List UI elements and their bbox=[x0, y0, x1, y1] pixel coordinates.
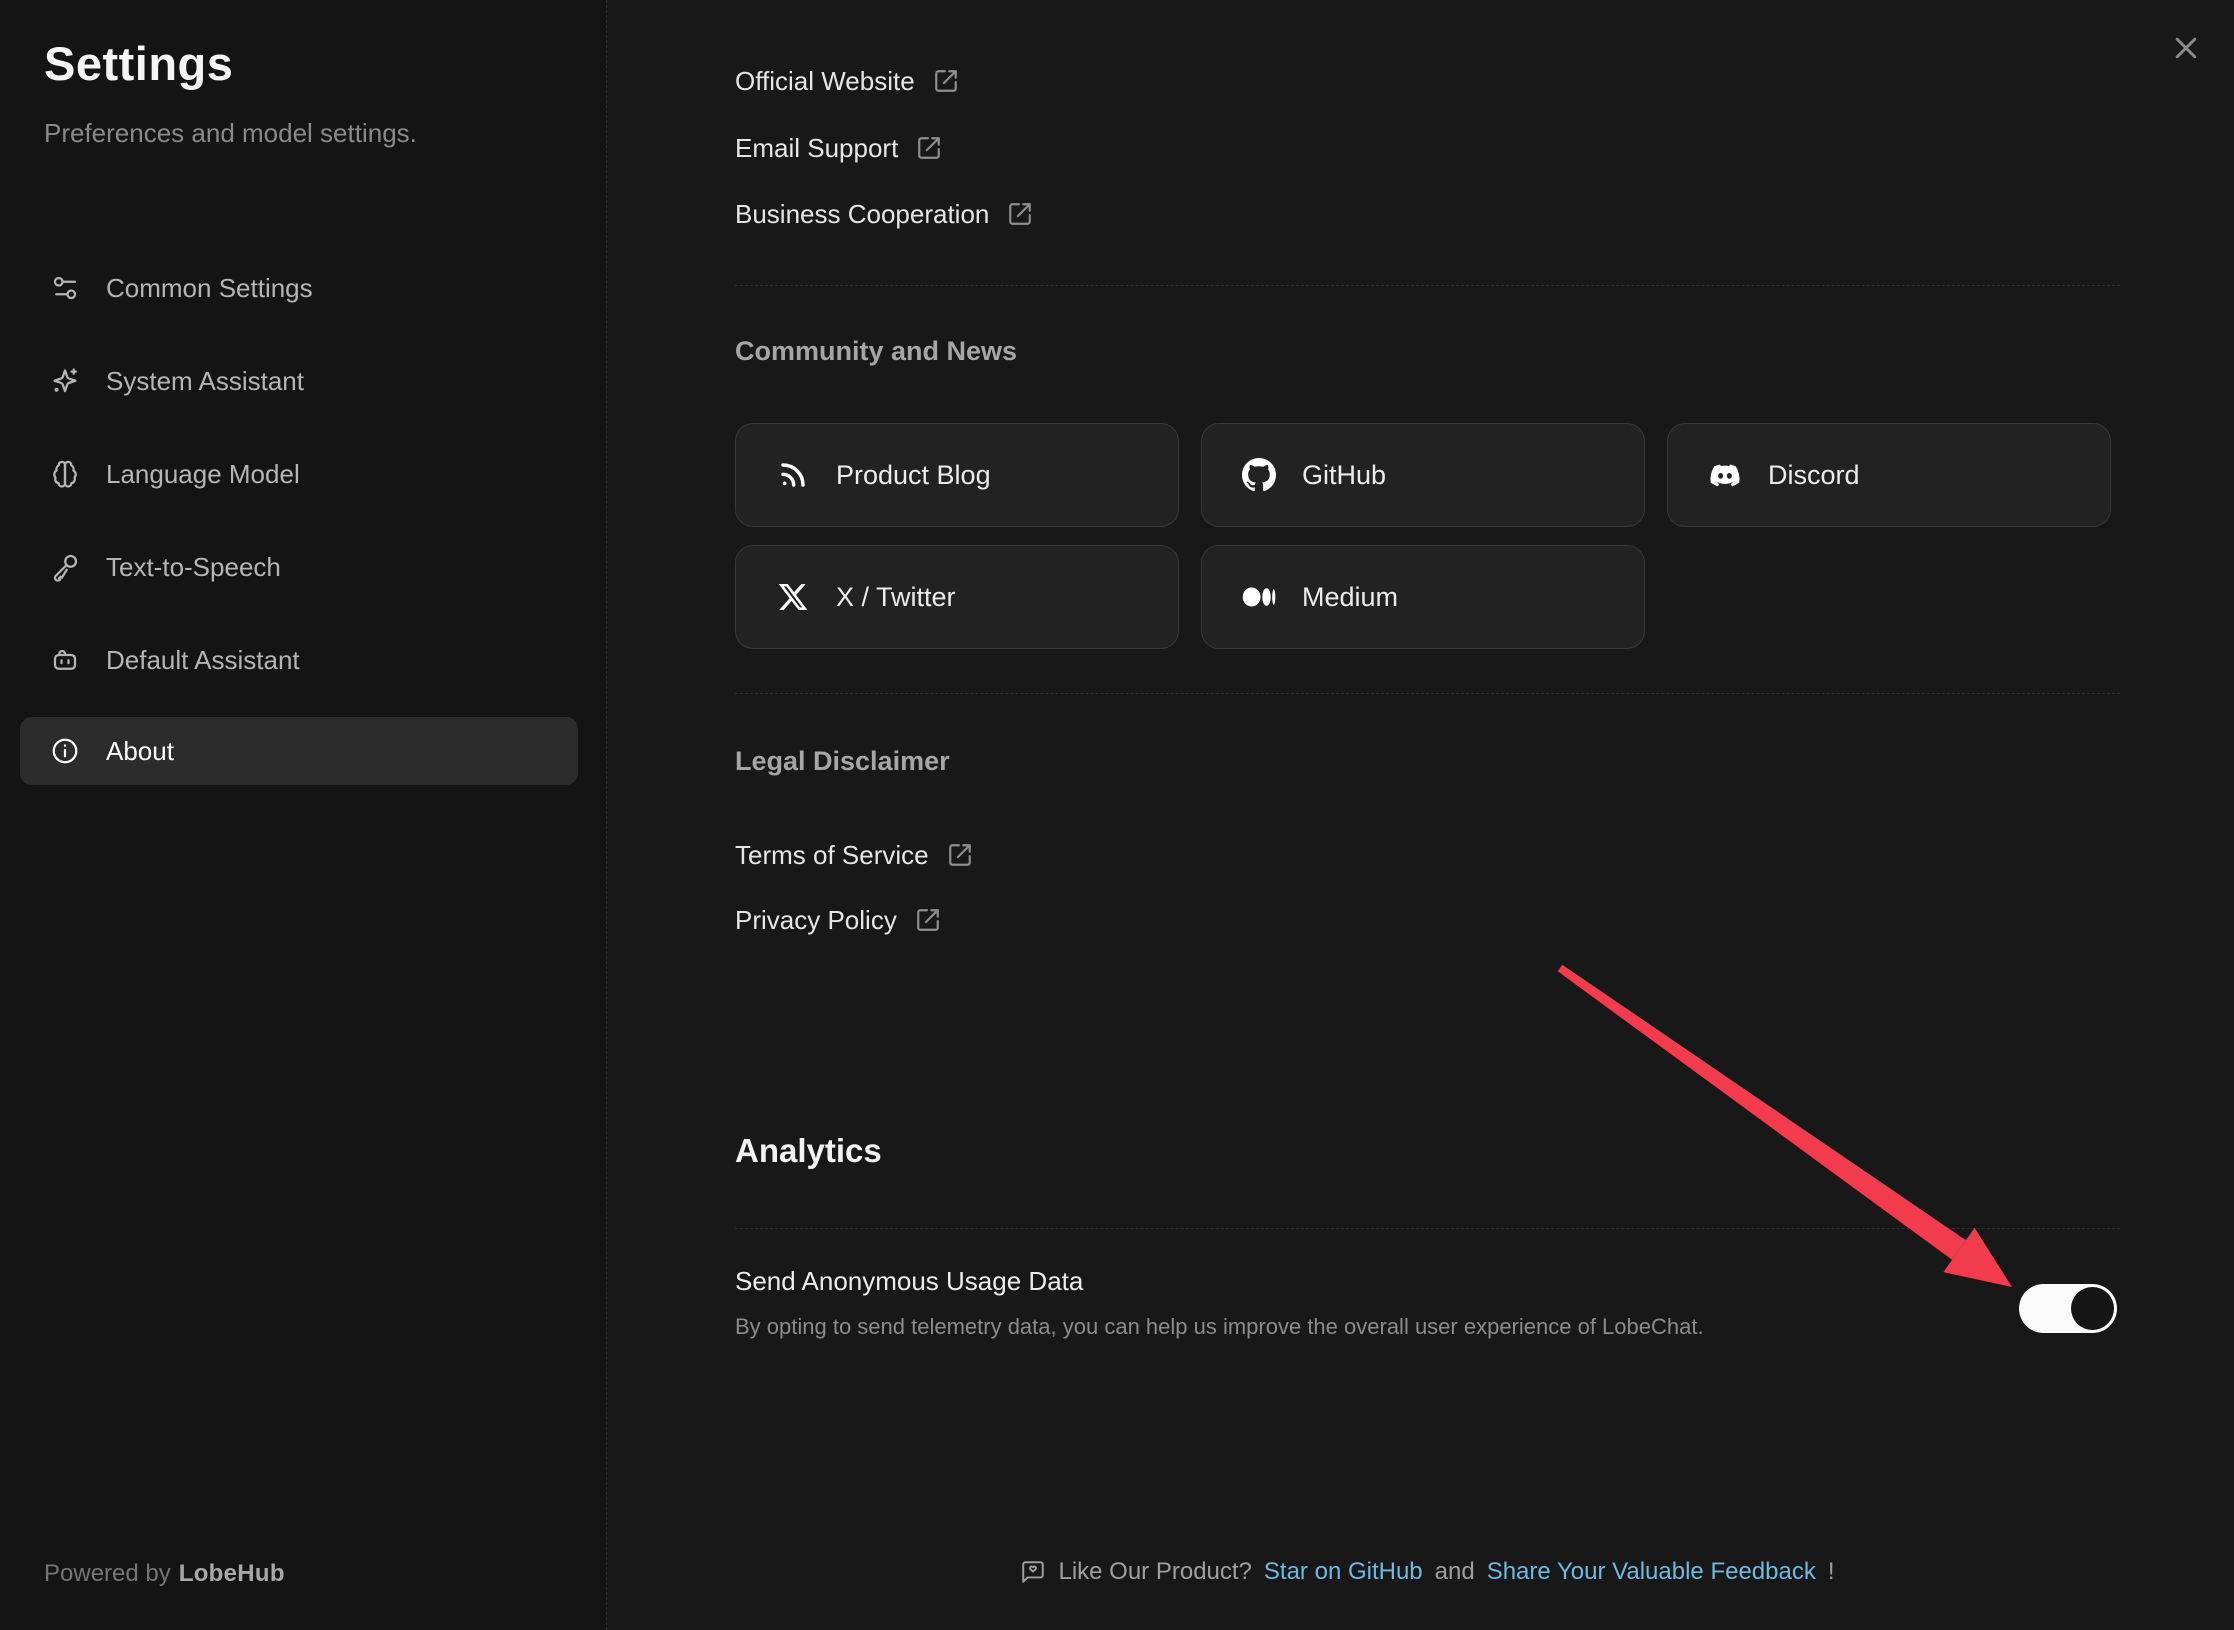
button-label: Medium bbox=[1302, 582, 1398, 613]
sidebar-item-label: Default Assistant bbox=[106, 645, 300, 676]
section-divider bbox=[735, 1228, 2120, 1229]
mic-icon bbox=[50, 552, 80, 582]
rss-icon bbox=[776, 458, 810, 492]
footer-message-prefix: Like Our Product? bbox=[1058, 1558, 1251, 1586]
footer-message-conjunction: and bbox=[1435, 1558, 1475, 1586]
external-link-icon bbox=[947, 842, 973, 868]
robot-icon bbox=[50, 645, 80, 675]
button-label: Product Blog bbox=[836, 460, 991, 491]
link-label: Email Support bbox=[735, 133, 898, 164]
brain-icon bbox=[50, 459, 80, 489]
feedback-bubble-icon bbox=[1020, 1559, 1046, 1585]
sliders-icon bbox=[50, 273, 80, 303]
discord-icon bbox=[1708, 458, 1742, 492]
powered-by-prefix: Powered by bbox=[44, 1560, 171, 1587]
external-link-icon bbox=[1007, 201, 1033, 227]
share-feedback-link[interactable]: Share Your Valuable Feedback bbox=[1487, 1558, 1816, 1586]
settings-modal: Settings Preferences and model settings.… bbox=[0, 0, 2234, 1630]
x-icon bbox=[776, 580, 810, 614]
section-divider bbox=[735, 693, 2120, 694]
settings-sidebar: Settings Preferences and model settings.… bbox=[0, 0, 607, 1630]
github-icon bbox=[1242, 458, 1276, 492]
medium-icon bbox=[1242, 580, 1276, 614]
link-label: Official Website bbox=[735, 66, 915, 97]
close-button[interactable] bbox=[2158, 20, 2214, 76]
footer-message-suffix: ! bbox=[1828, 1558, 1835, 1586]
usage-data-toggle[interactable] bbox=[2019, 1284, 2117, 1333]
external-link-icon bbox=[916, 135, 942, 161]
privacy-policy-link[interactable]: Privacy Policy bbox=[735, 900, 941, 940]
official-website-link[interactable]: Official Website bbox=[735, 61, 959, 101]
star-on-github-link[interactable]: Star on GitHub bbox=[1264, 1558, 1423, 1586]
analytics-section-title: Analytics bbox=[735, 1132, 882, 1170]
terms-of-service-link[interactable]: Terms of Service bbox=[735, 835, 973, 875]
sidebar-item-label: System Assistant bbox=[106, 366, 304, 397]
community-section-title: Community and News bbox=[735, 336, 1017, 367]
sidebar-item-label: Text-to-Speech bbox=[106, 552, 281, 583]
sidebar-item-default-assistant[interactable]: Default Assistant bbox=[20, 626, 578, 694]
medium-button[interactable]: Medium bbox=[1201, 545, 1645, 649]
brand-lobehub[interactable]: LobeHub bbox=[179, 1560, 285, 1587]
about-panel: Contact Us Official Website Email Suppor… bbox=[608, 0, 2234, 1630]
usage-data-label: Send Anonymous Usage Data bbox=[735, 1266, 1083, 1297]
x-twitter-button[interactable]: X / Twitter bbox=[735, 545, 1179, 649]
sidebar-item-system-assistant[interactable]: System Assistant bbox=[20, 347, 578, 415]
external-link-icon bbox=[933, 68, 959, 94]
footer-message: Like Our Product? Star on GitHub and Sha… bbox=[735, 1558, 2120, 1586]
github-button[interactable]: GitHub bbox=[1201, 423, 1645, 527]
sidebar-item-label: About bbox=[106, 736, 174, 767]
section-divider bbox=[735, 285, 2120, 286]
sidebar-item-text-to-speech[interactable]: Text-to-Speech bbox=[20, 533, 578, 601]
sparkles-icon bbox=[50, 366, 80, 396]
close-icon bbox=[2171, 33, 2201, 63]
email-support-link[interactable]: Email Support bbox=[735, 128, 942, 168]
button-label: X / Twitter bbox=[836, 582, 956, 613]
sidebar-item-label: Language Model bbox=[106, 459, 300, 490]
business-cooperation-link[interactable]: Business Cooperation bbox=[735, 194, 1033, 234]
legal-section-title: Legal Disclaimer bbox=[735, 746, 950, 777]
button-label: GitHub bbox=[1302, 460, 1386, 491]
powered-by: Powered by LobeHub bbox=[44, 1560, 285, 1588]
sidebar-item-common-settings[interactable]: Common Settings bbox=[20, 254, 578, 322]
page-title: Settings bbox=[44, 36, 233, 91]
sidebar-item-about[interactable]: About bbox=[20, 717, 578, 785]
contact-section-title: Contact Us bbox=[735, 0, 909, 4]
external-link-icon bbox=[915, 907, 941, 933]
link-label: Terms of Service bbox=[735, 840, 929, 871]
sidebar-item-language-model[interactable]: Language Model bbox=[20, 440, 578, 508]
sidebar-item-label: Common Settings bbox=[106, 273, 313, 304]
link-label: Privacy Policy bbox=[735, 905, 897, 936]
info-icon bbox=[50, 736, 80, 766]
toggle-knob bbox=[2071, 1287, 2114, 1330]
usage-data-description: By opting to send telemetry data, you ca… bbox=[735, 1314, 1704, 1340]
discord-button[interactable]: Discord bbox=[1667, 423, 2111, 527]
button-label: Discord bbox=[1768, 460, 1860, 491]
product-blog-button[interactable]: Product Blog bbox=[735, 423, 1179, 527]
link-label: Business Cooperation bbox=[735, 199, 989, 230]
page-subtitle: Preferences and model settings. bbox=[44, 118, 417, 149]
